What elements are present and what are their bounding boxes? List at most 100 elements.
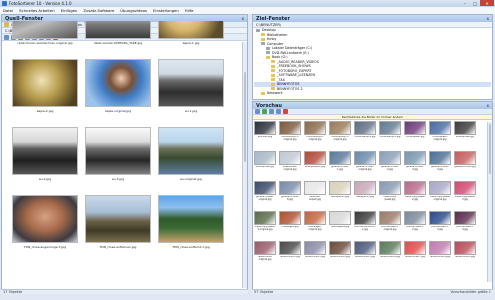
preview-thumbnail-image[interactable]	[379, 211, 401, 225]
thumbnail-image[interactable]	[85, 127, 151, 175]
menu-einfuegen[interactable]: Einfügen	[61, 8, 78, 13]
preview-thumbnail-image[interactable]	[379, 241, 401, 255]
thumbnail[interactable]: eu-3.jpg	[85, 127, 151, 181]
preview-thumbnail[interactable]: gerade-richten-original.jpg	[354, 151, 376, 171]
refresh-icon[interactable]	[262, 109, 267, 114]
close-icon[interactable]: x	[487, 103, 489, 108]
preview-thumbnail-image[interactable]	[279, 211, 301, 225]
preview-thumbnail-image[interactable]	[379, 181, 401, 195]
preview-thumbnail-image[interactable]	[429, 181, 451, 195]
minimize-button[interactable]: –	[460, 0, 470, 6]
preview-thumbnail-image[interactable]	[304, 241, 326, 255]
sort-icon[interactable]	[276, 109, 281, 114]
preview-thumbnail-image[interactable]	[404, 181, 426, 195]
thumbnail[interactable]: TDN_close-entfernen.jpg	[85, 195, 151, 249]
preview-thumbnail-image[interactable]	[354, 181, 376, 195]
preview-thumbnail-image[interactable]	[304, 151, 326, 165]
preview-thumbnail[interactable]: make-copy-paste-2.jpg	[404, 181, 426, 201]
preview-thumbnail-image[interactable]	[304, 211, 326, 225]
preview-thumbnail[interactable]: kalender-expert.jpg	[304, 181, 326, 201]
preview-thumbnail[interactable]: effektpinsel.jpg	[254, 151, 276, 171]
preview-thumbnail[interactable]: rote-augen-original.jpg	[304, 211, 326, 231]
preview-thumbnail[interactable]: effektpinsel-original.jpg	[279, 151, 301, 171]
tree-item[interactable]: Netzwerk	[254, 91, 491, 96]
close-button[interactable]: ✕	[480, 0, 494, 6]
thumbnail[interactable]: eu-original.jpg	[158, 127, 224, 181]
preview-thumbnail-image[interactable]	[454, 181, 476, 195]
preview-thumbnail[interactable]: radial-focus-4.jpg	[329, 241, 351, 261]
preview-thumbnail[interactable]: radial-focus-6.jpg	[379, 241, 401, 261]
preview-thumbnail-image[interactable]	[329, 181, 351, 195]
close-icon[interactable]: x	[487, 16, 489, 21]
preview-thumbnail[interactable]: portrait-weich-original.jpg	[379, 211, 401, 231]
thumbnail[interactable]: radar-fusion-warzlechner-original.jpg	[12, 21, 78, 45]
preview-thumbnail-image[interactable]	[454, 241, 476, 255]
preview-thumbnail-image[interactable]	[329, 121, 351, 135]
preview-thumbnail-image[interactable]	[404, 121, 426, 135]
preview-thumbnail-image[interactable]	[304, 181, 326, 195]
preview-thumbnail-image[interactable]	[454, 211, 476, 225]
thumbnail-image[interactable]	[12, 21, 78, 39]
thumbnail-image[interactable]	[158, 127, 224, 175]
preview-thumbnail-image[interactable]	[279, 151, 301, 165]
preview-thumbnail-image[interactable]	[354, 151, 376, 165]
preview-thumbnail[interactable]: radial-focus-2.jpg	[279, 241, 301, 261]
preview-thumbnail[interactable]: make-copy-paste-original.jpg	[429, 181, 451, 201]
preview-thumbnail[interactable]: ace-dark.jpg	[254, 121, 276, 141]
menu-uebungsvideos[interactable]: Übungsvideos	[120, 8, 147, 13]
preview-thumbnail[interactable]: gerade-richten.jpg	[454, 151, 476, 171]
preview-thumbnail[interactable]: radial-focus-3.jpg	[304, 241, 326, 261]
preview-thumbnail[interactable]: gerade-richten-original.jpg	[254, 181, 276, 201]
preview-thumbnail[interactable]: clone-stamp-3.jpg	[379, 121, 401, 141]
preview-thumbnail-image[interactable]	[429, 211, 451, 225]
preview-thumbnail-image[interactable]	[404, 241, 426, 255]
preview-thumbnail-image[interactable]	[254, 241, 276, 255]
menu-datei[interactable]: Datei	[3, 8, 13, 13]
preview-thumbnail[interactable]: radial-focus-8.jpg	[429, 241, 451, 261]
thumbnail[interactable]: aapie-original.jpg	[85, 59, 151, 113]
preview-thumbnail-image[interactable]	[404, 211, 426, 225]
menu-einstellungen[interactable]: Einstellungen	[153, 8, 179, 13]
menu-schnelles-arbeiten[interactable]: Schnelles Arbeiten	[19, 8, 54, 13]
preview-thumbnail[interactable]: clone-splash.jpg	[404, 121, 426, 141]
delete-icon[interactable]	[283, 109, 288, 114]
preview-thumbnail[interactable]: gerade-richten-6.jpg	[279, 181, 301, 201]
preview-thumbnail-image[interactable]	[254, 121, 276, 135]
preview-thumbnail[interactable]: histogramm.jpg	[329, 181, 351, 201]
preview-thumbnail-image[interactable]	[354, 211, 376, 225]
preview-thumbnail[interactable]: rote-objekte.jpg	[329, 211, 351, 231]
preview-thumbnail[interactable]: make-copy-paste.jpg	[379, 181, 401, 201]
thumbnail[interactable]: datei-version-INTEGRA_TAKE.jpg	[85, 21, 151, 45]
thumbnail-image[interactable]	[85, 59, 151, 107]
thumbnail[interactable]: aapie-1.jpg	[158, 21, 224, 45]
thumbnail-image[interactable]	[158, 195, 224, 243]
preview-thumbnail-image[interactable]	[354, 241, 376, 255]
thumbnail-image[interactable]	[12, 195, 78, 243]
preview-thumbnail-image[interactable]	[254, 211, 276, 225]
preview-thumbnail[interactable]: gerade-richten-3.jpg	[404, 151, 426, 171]
preview-thumbnail[interactable]: gerade-richten-4.jpg	[429, 151, 451, 171]
preview-thumbnail[interactable]: clone-stamp-1-original.jpg	[279, 121, 301, 141]
thumbnail-image[interactable]	[12, 127, 78, 175]
preview-thumbnail[interactable]: effektpinsel-2.jpg	[304, 151, 326, 171]
preview-thumbnail-image[interactable]	[254, 181, 276, 195]
preview-thumbnail[interactable]: radial-focus-9.jpg	[454, 241, 476, 261]
preview-thumbnail[interactable]: radial-focus-7.jpg	[404, 241, 426, 261]
preview-thumbnail[interactable]: portrait-DESKTOP-1.jpg	[354, 211, 376, 231]
preview-thumbnail[interactable]: radial-focus-original.jpg	[254, 241, 276, 261]
thumbnail[interactable]: aapie-2.jpg	[12, 59, 78, 113]
preview-thumbnail-image[interactable]	[279, 241, 301, 255]
close-icon[interactable]: x	[242, 16, 244, 21]
preview-thumbnail[interactable]: portrait-weich-2.jpg	[404, 211, 426, 231]
source-scrollbar[interactable]	[242, 42, 247, 288]
preview-thumbnail[interactable]: portrait-weich-3.jpg	[429, 211, 451, 231]
preview-thumbnail[interactable]: clone-stamp-2.jpg	[354, 121, 376, 141]
preview-thumbnail[interactable]: clone-stamp-3-original.jpg	[329, 121, 351, 141]
thumbnail-image[interactable]	[85, 195, 151, 243]
preview-scrollbar[interactable]	[487, 122, 492, 282]
thumbnail[interactable]: eu-2.jpg	[12, 127, 78, 181]
preview-thumbnail-image[interactable]	[304, 121, 326, 135]
preview-thumbnail-image[interactable]	[329, 241, 351, 255]
scrollbar-thumb[interactable]	[489, 124, 491, 174]
preview-thumbnail-image[interactable]	[354, 121, 376, 135]
